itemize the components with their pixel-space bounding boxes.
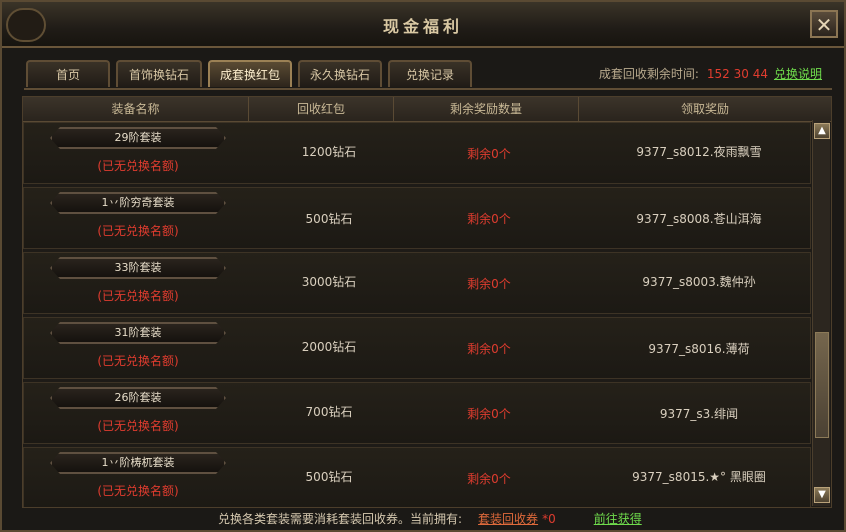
reward-name: 9377_s8016.薄荷 [648, 342, 750, 356]
no-quota-text: (已无兑换名额) [97, 484, 179, 498]
no-quota-text: (已无兑换名额) [97, 419, 179, 433]
tab-home[interactable]: 首页 [26, 60, 110, 87]
scroll-up-icon[interactable]: ▲ [814, 123, 830, 139]
exchange-help-link[interactable]: 兑换说明 [774, 67, 822, 81]
recycle-price: 500钻石 [305, 470, 353, 484]
tab-set-to-redpacket[interactable]: 成套换红包 [208, 60, 292, 87]
title-bar: 现金福利 ✕ [2, 2, 844, 48]
header-claim-reward: 领取奖励 [680, 102, 729, 116]
scroll-down-icon[interactable]: ▼ [814, 487, 830, 503]
close-button[interactable]: ✕ [810, 10, 838, 38]
footer-text: 兑换各类套装需要消耗套装回收券。当前拥有: [218, 512, 463, 526]
reward-name: 9377_s8008.苍山洱海 [636, 212, 762, 226]
equipment-name-badge[interactable]: 1丷阶梼杌套装 [50, 452, 226, 474]
no-quota-text: (已无兑换名额) [97, 289, 179, 303]
coupon-count: *0 [542, 512, 556, 526]
table-header: 装备名称 回收红包 剩余奖励数量 领取奖励 [23, 97, 831, 122]
vertical-scrollbar[interactable]: ▲ ▼ [812, 120, 830, 506]
table-row[interactable]: 31阶套装 (已无兑换名额) 2000钻石 剩余0个 9377_s8016.薄荷 [23, 317, 811, 379]
footer-bar: 兑换各类套装需要消耗套装回收券。当前拥有: 套装回收券 *0 前往获得 [218, 510, 642, 527]
table-row[interactable]: 26阶套装 (已无兑换名额) 700钻石 剩余0个 9377_s3.绯闻 [23, 382, 811, 444]
equipment-name-badge[interactable]: 31阶套装 [50, 322, 226, 344]
exchange-table: 装备名称 回收红包 剩余奖励数量 领取奖励 29阶套装 (已无兑换名额) 120… [22, 96, 832, 508]
remaining-count: 剩余0个 [467, 277, 511, 291]
tab-underline [24, 88, 832, 90]
recycle-price: 700钻石 [305, 405, 353, 419]
recycle-price: 1200钻石 [301, 145, 357, 159]
recycle-price: 3000钻石 [301, 275, 357, 289]
remaining-count: 剩余0个 [467, 147, 511, 161]
header-remaining-count: 剩余奖励数量 [394, 97, 579, 121]
scroll-thumb[interactable] [815, 332, 829, 438]
equipment-name-badge[interactable]: 29阶套装 [50, 127, 226, 149]
recycle-price: 500钻石 [305, 212, 353, 226]
tab-jewelry-to-diamond[interactable]: 首饰换钻石 [116, 60, 202, 87]
equipment-name-badge[interactable]: 1丷阶穷奇套装 [50, 192, 226, 214]
recycle-timer: 成套回收剩余时间: 152 30 44 兑换说明 [599, 65, 822, 82]
reward-name: 9377_s8012.夜雨飘雪 [636, 145, 762, 159]
cash-welfare-window: 现金福利 ✕ 首页 首饰换钻石 成套换红包 永久换钻石 兑换记录 成套回收剩余时… [0, 0, 846, 532]
table-row[interactable]: 29阶套装 (已无兑换名额) 1200钻石 剩余0个 9377_s8012.夜雨… [23, 122, 811, 184]
timer-value: 152 30 44 [706, 67, 768, 81]
reward-name: 9377_s3.绯闻 [659, 407, 739, 421]
go-obtain-link[interactable]: 前往获得 [594, 512, 642, 526]
reward-name: 9377_s8003.魏仲孙 [642, 275, 756, 289]
header-recycle-redpacket: 回收红包 [249, 97, 394, 121]
no-quota-text: (已无兑换名额) [97, 354, 179, 368]
tab-exchange-history[interactable]: 兑换记录 [388, 60, 472, 87]
no-quota-text: (已无兑换名额) [97, 159, 179, 173]
timer-label: 成套回收剩余时间: [598, 67, 699, 81]
equipment-name-badge[interactable]: 33阶套装 [50, 257, 226, 279]
equipment-name-badge[interactable]: 26阶套装 [50, 387, 226, 409]
remaining-count: 剩余0个 [467, 407, 511, 421]
remaining-count: 剩余0个 [467, 212, 511, 226]
tab-permanent-to-diamond[interactable]: 永久换钻石 [298, 60, 382, 87]
remaining-count: 剩余0个 [467, 472, 511, 486]
header-equipment-name: 装备名称 [23, 97, 249, 121]
recycle-price: 2000钻石 [301, 340, 357, 354]
window-title: 现金福利 [382, 17, 463, 36]
reward-name: 9377_s8015.★° 黑眼圈 [632, 470, 766, 484]
coupon-link[interactable]: 套装回收券 [478, 512, 538, 526]
table-row[interactable]: 1丷阶穷奇套装 (已无兑换名额) 500钻石 剩余0个 9377_s8008.苍… [23, 187, 811, 249]
remaining-count: 剩余0个 [467, 342, 511, 356]
table-row[interactable]: 33阶套装 (已无兑换名额) 3000钻石 剩余0个 9377_s8003.魏仲… [23, 252, 811, 314]
table-row[interactable]: 1丷阶梼杌套装 (已无兑换名额) 500钻石 剩余0个 9377_s8015.★… [23, 447, 811, 507]
no-quota-text: (已无兑换名额) [97, 224, 179, 238]
